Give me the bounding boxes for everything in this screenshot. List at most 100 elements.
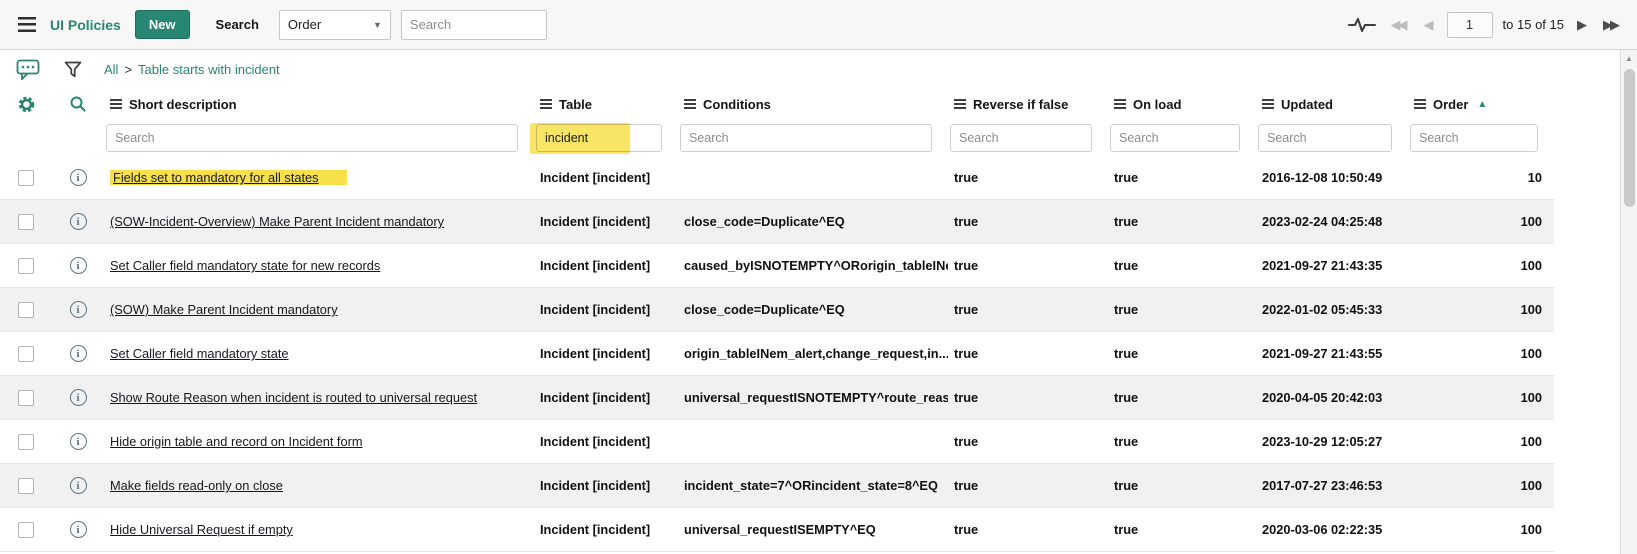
column-context-menu-icon <box>1114 99 1126 109</box>
table-row: Show Route Reason when incident is route… <box>0 376 1554 420</box>
column-header-on-load[interactable]: On load <box>1108 97 1256 112</box>
search-updated-input[interactable] <box>1258 124 1392 152</box>
page-number-input[interactable] <box>1446 11 1493 38</box>
record-link[interactable]: Fields set to mandatory for all states <box>110 170 347 185</box>
cell-on-load: true <box>1114 214 1139 229</box>
column-header-order[interactable]: Order ▲ <box>1408 97 1554 112</box>
column-header-label: Short description <box>129 96 237 112</box>
breadcrumb-all-link[interactable]: All <box>104 62 118 77</box>
first-page-icon: ◀◀ <box>1390 16 1408 32</box>
row-checkbox[interactable] <box>18 345 34 362</box>
column-header-short-description[interactable]: Short description <box>104 97 534 112</box>
list-search-input[interactable] <box>400 9 547 40</box>
record-link[interactable]: Set Caller field mandatory state <box>110 346 289 361</box>
filter-button[interactable] <box>62 59 84 80</box>
search-field-selected-value: Order <box>287 17 322 32</box>
info-icon[interactable] <box>69 345 87 362</box>
list-context-menu-button[interactable] <box>14 13 40 36</box>
cell-order: 100 <box>1520 214 1542 229</box>
row-checkbox[interactable] <box>18 169 34 186</box>
previous-page-button[interactable]: ◀ <box>1421 15 1437 35</box>
sort-ascending-icon: ▲ <box>1477 98 1488 110</box>
breadcrumb-filter-link[interactable]: Table starts with incident <box>138 62 280 77</box>
cell-reverse-if-false: true <box>954 522 979 537</box>
table-row: (SOW-Incident-Overview) Make Parent Inci… <box>0 200 1554 244</box>
search-table-input[interactable] <box>536 124 662 152</box>
search-on-load-input[interactable] <box>1110 124 1240 152</box>
row-checkbox[interactable] <box>18 257 34 274</box>
activity-stream-button[interactable] <box>1346 14 1378 36</box>
row-checkbox[interactable] <box>18 477 34 494</box>
cell-reverse-if-false: true <box>954 346 979 361</box>
search-reverse-if-false-input[interactable] <box>950 124 1092 152</box>
info-icon[interactable] <box>69 477 87 494</box>
row-checkbox[interactable] <box>18 433 34 450</box>
scrollbar-thumb[interactable] <box>1623 69 1635 207</box>
cell-order: 100 <box>1520 302 1542 317</box>
breadcrumb: All > Table starts with incident <box>104 62 280 77</box>
record-link[interactable]: Make fields read-only on close <box>110 478 283 493</box>
info-icon[interactable] <box>69 389 87 406</box>
column-header-conditions[interactable]: Conditions <box>678 97 948 112</box>
last-page-icon: ▶▶ <box>1603 16 1620 32</box>
row-checkbox[interactable] <box>18 389 34 406</box>
next-page-icon: ▶ <box>1577 16 1587 32</box>
personalize-list-button[interactable] <box>0 95 52 114</box>
row-checkbox[interactable] <box>18 301 34 318</box>
cell-order: 100 <box>1520 346 1542 361</box>
column-header-table[interactable]: Table <box>534 97 678 112</box>
info-icon[interactable] <box>69 213 87 230</box>
column-context-menu-icon <box>684 99 696 109</box>
info-icon[interactable] <box>69 301 87 318</box>
empty-cell <box>52 120 104 156</box>
cell-order: 100 <box>1520 478 1542 493</box>
cell-reverse-if-false: true <box>954 478 979 493</box>
cell-conditions: universal_requestISEMPTY^EQ <box>684 522 876 537</box>
info-icon[interactable] <box>69 257 87 274</box>
table-row: Set Caller field mandatory state for new… <box>0 244 1554 288</box>
list-rows: Fields set to mandatory for all states I… <box>0 156 1554 552</box>
search-conditions-input[interactable] <box>680 124 932 152</box>
row-checkbox[interactable] <box>18 521 34 538</box>
new-record-button[interactable]: New <box>134 10 190 39</box>
cell-reverse-if-false: true <box>954 170 979 185</box>
cell-table: Incident [incident] <box>540 434 651 449</box>
info-icon[interactable] <box>69 169 87 186</box>
record-link[interactable]: Hide Universal Request if empty <box>110 522 293 537</box>
row-checkbox[interactable] <box>18 213 34 230</box>
last-page-button[interactable]: ▶▶ <box>1600 15 1623 35</box>
search-field-select[interactable]: Order ▼ <box>278 9 391 40</box>
cell-table: Incident [incident] <box>540 302 651 317</box>
cell-table: Incident [incident] <box>540 258 651 273</box>
list-comments-button[interactable] <box>14 57 42 82</box>
column-header-label: Order <box>1433 96 1469 112</box>
cell-on-load: true <box>1114 302 1139 317</box>
cell-on-load: true <box>1114 346 1139 361</box>
vertical-scrollbar[interactable]: ▲ <box>1620 50 1637 554</box>
cell-table: Incident [incident] <box>540 478 651 493</box>
first-page-button[interactable]: ◀◀ <box>1388 15 1411 35</box>
cell-on-load: true <box>1114 258 1139 273</box>
next-page-button[interactable]: ▶ <box>1574 15 1590 35</box>
record-link[interactable]: Show Route Reason when incident is route… <box>110 390 477 405</box>
info-icon[interactable] <box>69 521 87 538</box>
breadcrumb-bar: All > Table starts with incident <box>0 50 1637 88</box>
info-icon[interactable] <box>69 433 87 450</box>
column-header-row: Short description Table Conditions Rever… <box>0 88 1554 120</box>
cell-reverse-if-false: true <box>954 214 979 229</box>
cell-conditions: incident_state=7^ORincident_state=8^EQ <box>684 478 938 493</box>
column-header-label: On load <box>1133 96 1182 112</box>
column-header-reverse-if-false[interactable]: Reverse if false <box>948 97 1108 112</box>
list-search-toggle-button[interactable] <box>52 95 104 113</box>
cell-updated: 2017-07-27 23:46:53 <box>1262 478 1383 493</box>
scroll-up-button[interactable]: ▲ <box>1621 50 1637 67</box>
cell-table: Incident [incident] <box>540 214 651 229</box>
column-header-updated[interactable]: Updated <box>1256 97 1408 112</box>
cell-on-load: true <box>1114 478 1139 493</box>
search-order-input[interactable] <box>1410 124 1538 152</box>
record-link[interactable]: Set Caller field mandatory state for new… <box>110 258 380 273</box>
search-short-description-input[interactable] <box>106 124 518 152</box>
record-link[interactable]: (SOW) Make Parent Incident mandatory <box>110 302 338 317</box>
record-link[interactable]: Hide origin table and record on Incident… <box>110 434 363 449</box>
record-link[interactable]: (SOW-Incident-Overview) Make Parent Inci… <box>110 214 444 229</box>
